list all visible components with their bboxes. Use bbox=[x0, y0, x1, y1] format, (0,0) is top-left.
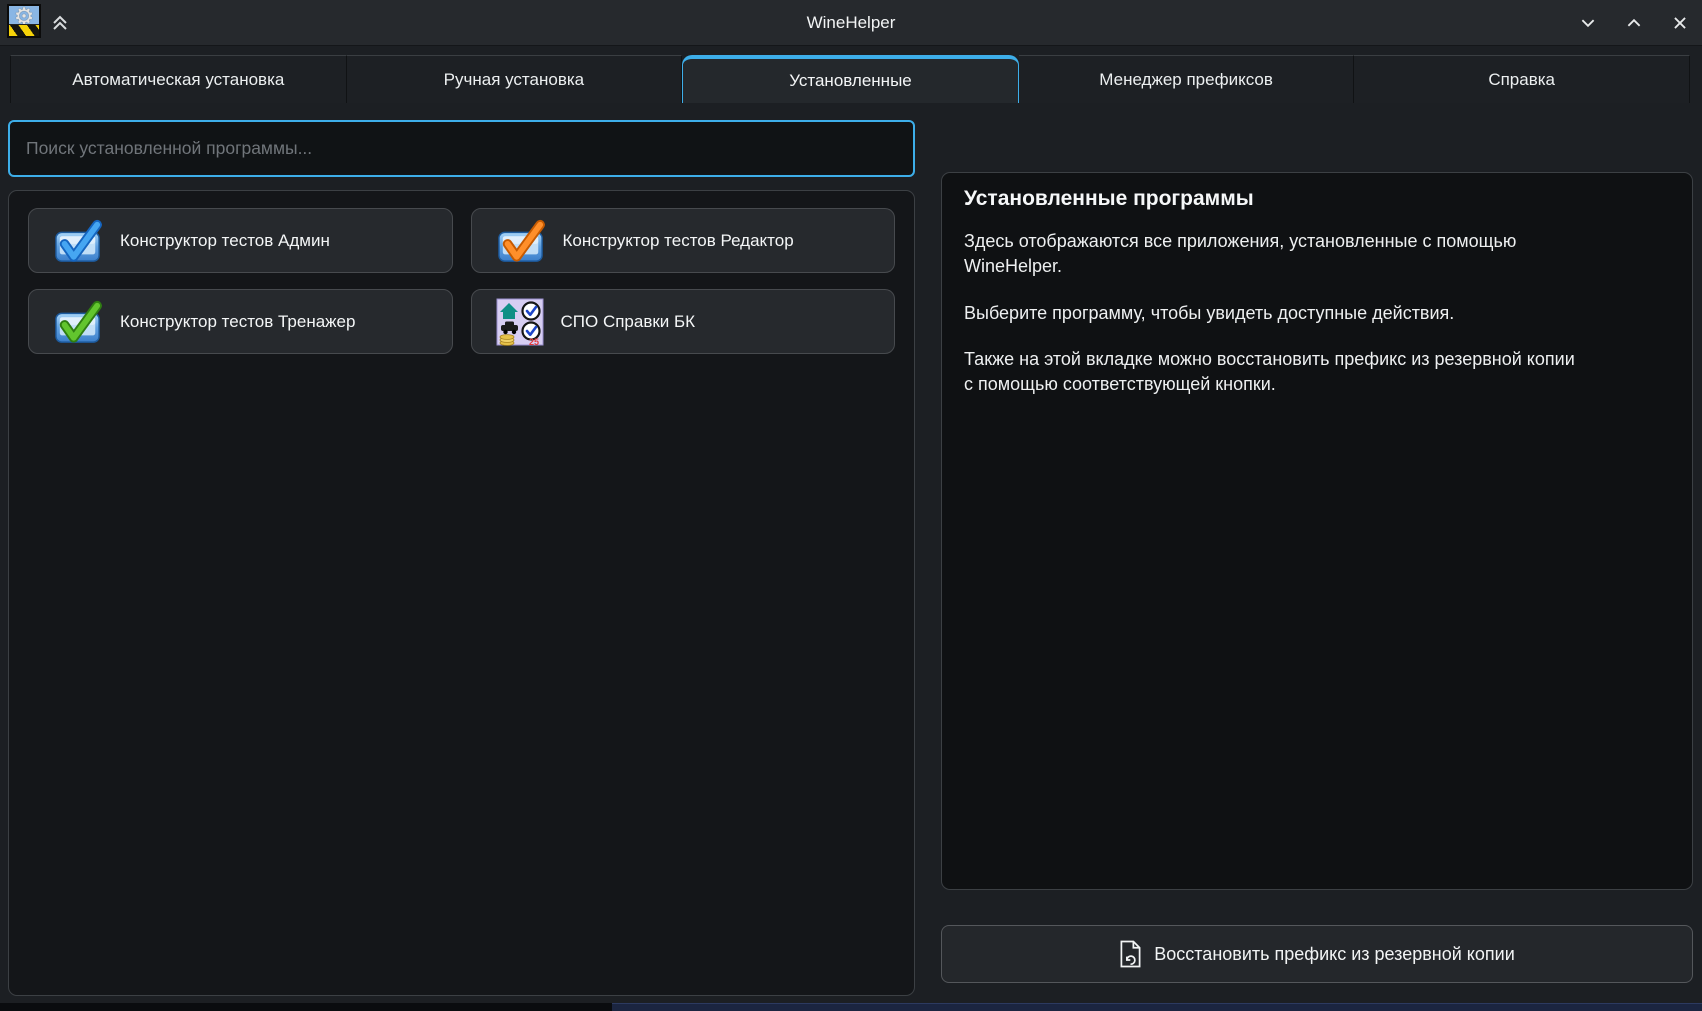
winehelper-window: ⚙ WineHelper bbox=[0, 0, 1702, 1011]
window-title: WineHelper bbox=[0, 0, 1702, 45]
titlebar[interactable]: ⚙ WineHelper bbox=[0, 0, 1702, 46]
info-paragraph: Выберите программу, чтобы увидеть доступ… bbox=[964, 301, 1578, 326]
info-panel: Установленные программы Здесь отображают… bbox=[941, 172, 1693, 890]
chevron-up-icon bbox=[1625, 14, 1643, 32]
tab-bar: Автоматическая установка Ручная установк… bbox=[10, 55, 1690, 103]
program-item-spo-spravki-bk[interactable]: 25 СПО Справки БК bbox=[471, 289, 896, 354]
info-paragraph: Также на этой вкладке можно восстановить… bbox=[964, 347, 1578, 397]
search-input[interactable] bbox=[8, 120, 915, 177]
taskbar-strip-blue bbox=[612, 1003, 1702, 1011]
check-green-icon bbox=[53, 299, 103, 345]
program-item-konstruktor-admin[interactable]: Конструктор тестов Админ bbox=[28, 208, 453, 273]
spo-spravki-icon: 25 bbox=[496, 298, 544, 346]
tab-prefix-manager[interactable]: Менеджер префиксов bbox=[1019, 55, 1355, 103]
minimize-button[interactable] bbox=[1578, 13, 1598, 33]
tab-help[interactable]: Справка bbox=[1354, 55, 1690, 103]
info-paragraph: Здесь отображаются все приложения, устан… bbox=[964, 229, 1578, 279]
tab-manual-install[interactable]: Ручная установка bbox=[347, 55, 683, 103]
installed-programs-panel: Конструктор тестов Админ Конструктор тес… bbox=[8, 190, 915, 996]
program-item-konstruktor-redaktor[interactable]: Конструктор тестов Редактор bbox=[471, 208, 896, 273]
info-panel-title: Установленные программы bbox=[964, 187, 1670, 211]
taskbar-strip bbox=[0, 1003, 1702, 1011]
tab-installed[interactable]: Установленные bbox=[682, 55, 1019, 103]
program-label: Конструктор тестов Редактор bbox=[563, 231, 794, 251]
program-label: Конструктор тестов Тренажер bbox=[120, 312, 355, 332]
program-label: СПО Справки БК bbox=[561, 312, 696, 332]
check-orange-icon bbox=[496, 218, 546, 264]
check-blue-icon bbox=[53, 218, 103, 264]
maximize-button[interactable] bbox=[1624, 13, 1644, 33]
restore-prefix-button[interactable]: Восстановить префикс из резервной копии bbox=[941, 925, 1693, 983]
titlebar-divider bbox=[0, 45, 1702, 46]
svg-text:25: 25 bbox=[529, 337, 539, 346]
x-icon bbox=[1671, 14, 1689, 32]
restore-button-label: Восстановить префикс из резервной копии bbox=[1154, 944, 1515, 965]
program-item-konstruktor-trenazher[interactable]: Конструктор тестов Тренажер bbox=[28, 289, 453, 354]
close-button[interactable] bbox=[1670, 13, 1690, 33]
program-label: Конструктор тестов Админ bbox=[120, 231, 330, 251]
chevron-down-icon bbox=[1579, 14, 1597, 32]
tab-auto-install[interactable]: Автоматическая установка bbox=[10, 55, 347, 103]
document-restore-icon bbox=[1119, 940, 1142, 968]
